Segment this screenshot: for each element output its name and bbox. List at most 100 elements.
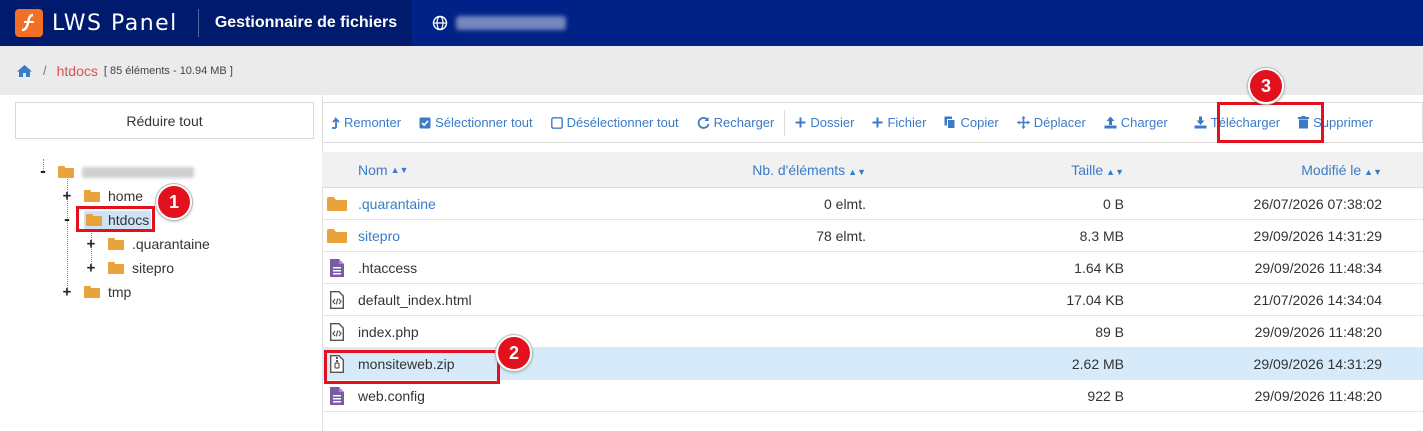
deselect-all-button[interactable]: Désélectionner tout — [550, 115, 679, 130]
collapse-icon[interactable]: - — [38, 164, 48, 180]
breadcrumb-current[interactable]: htdocs — [57, 63, 98, 79]
file-size: 8.3 MB — [1079, 227, 1124, 244]
folder-tree: - + home - htdocs + .quarantaine + sitep… — [0, 95, 323, 431]
new-folder-button[interactable]: Dossier — [795, 115, 854, 130]
tree-item-home[interactable]: + home — [62, 186, 143, 206]
domain-selector[interactable] — [432, 15, 566, 31]
file-name[interactable]: .htaccess — [358, 260, 417, 276]
breadcrumb: / htdocs [ 85 éléments - 10.94 MB ] — [0, 46, 1423, 95]
empty-box-icon — [550, 116, 563, 129]
file-modified: 29/09/2026 11:48:34 — [1254, 259, 1382, 276]
move-label: Déplacer — [1033, 115, 1086, 130]
tree-root[interactable]: - — [38, 162, 194, 182]
reload-label: Recharger — [713, 115, 775, 130]
expand-icon[interactable]: + — [86, 236, 96, 252]
lws-logo-icon[interactable] — [15, 9, 43, 37]
globe-icon — [432, 15, 448, 31]
table-row[interactable]: .htaccess 1.64 KB 29/09/2026 11:48:34 — [322, 252, 1423, 284]
new-file-button[interactable]: Fichier — [872, 115, 926, 130]
file-size: 89 B — [1095, 323, 1124, 340]
copy-label: Copier — [960, 115, 999, 130]
column-size-label: Taille — [1071, 161, 1104, 178]
copy-button[interactable]: Copier — [944, 115, 999, 130]
table-row[interactable]: .quarantaine 0 elmt. 0 B 26/07/2026 07:3… — [322, 188, 1423, 220]
table-row[interactable]: sitepro 78 elmt. 8.3 MB 29/09/2026 14:31… — [322, 220, 1423, 252]
upload-icon — [1104, 116, 1117, 129]
expand-icon[interactable]: + — [62, 284, 72, 300]
copy-icon — [944, 116, 956, 129]
file-count: 0 elmt. — [823, 195, 866, 212]
sort-icon: ▲▼ — [1364, 166, 1382, 177]
expand-icon[interactable]: + — [62, 188, 72, 204]
folder-icon — [326, 228, 348, 244]
grid-header: Nom ▲▼ Nb. d'éléments ▲▼ Taille ▲▼ Modifié … — [322, 152, 1423, 188]
file-modified: 29/09/2026 14:31:29 — [1253, 227, 1382, 244]
folder-icon — [326, 196, 348, 212]
folder-icon — [84, 286, 100, 298]
select-all-label: Sélectionner tout — [435, 115, 533, 130]
move-button[interactable]: Déplacer — [1016, 115, 1086, 130]
header-divider — [197, 9, 199, 37]
tree-item-label: tmp — [108, 284, 132, 300]
download-icon — [1194, 116, 1207, 129]
reload-button[interactable]: Recharger — [697, 115, 775, 130]
column-count-header[interactable]: Nb. d'éléments ▲▼ — [698, 162, 866, 178]
column-modified-label: Modifié le — [1301, 161, 1362, 178]
file-modified: 26/07/2026 07:38:02 — [1253, 195, 1382, 212]
column-name-label: Nom — [358, 161, 388, 178]
file-size: 922 B — [1087, 387, 1124, 404]
tree-item-label: .quarantaine — [132, 236, 210, 252]
tree-item-sitepro[interactable]: + sitepro — [86, 258, 174, 278]
refresh-icon — [697, 116, 710, 129]
brand-area: LWS Panel Gestionnaire de fichiers — [0, 0, 412, 46]
tree-item-quarantaine[interactable]: + .quarantaine — [86, 234, 210, 254]
plus-icon — [872, 117, 883, 128]
upload-label: Charger — [1120, 115, 1168, 130]
table-row[interactable]: index.php 89 B 29/09/2026 11:48:20 — [322, 316, 1423, 348]
file-size: 17.04 KB — [1066, 291, 1124, 308]
breadcrumb-meta: [ 85 éléments - 10.94 MB ] — [103, 64, 233, 77]
folder-icon — [58, 166, 74, 178]
annotation-badge-1: 1 — [156, 184, 192, 220]
file-name[interactable]: sitepro — [358, 228, 400, 244]
folder-icon — [108, 238, 124, 250]
file-name[interactable]: .quarantaine — [358, 196, 436, 212]
folder-tree-panel: Réduire tout - + home - htdocs + .quaran… — [0, 95, 323, 431]
folder-icon — [108, 262, 124, 274]
plus-icon — [795, 117, 806, 128]
table-row[interactable]: web.config 922 B 29/09/2026 11:48:20 — [322, 380, 1423, 412]
tree-item-label: sitepro — [132, 260, 175, 276]
upload-button[interactable]: Charger — [1104, 115, 1168, 130]
file-count: 78 elmt. — [816, 227, 866, 244]
annotation-box-zip — [324, 350, 500, 384]
up-label: Remonter — [344, 115, 402, 130]
file-name[interactable]: default_index.html — [358, 292, 472, 308]
page-title: Gestionnaire de fichiers — [214, 14, 398, 31]
annotation-box-download — [1217, 102, 1324, 143]
move-arrows-icon — [1016, 116, 1030, 129]
level-up-icon — [331, 116, 340, 129]
select-all-button[interactable]: Sélectionner tout — [419, 115, 533, 130]
code-file-icon — [326, 322, 348, 341]
file-name[interactable]: web.config — [358, 388, 425, 404]
folder-icon — [84, 190, 100, 202]
column-count-label: Nb. d'éléments — [752, 161, 846, 178]
root-folder-name-blurred — [82, 166, 194, 178]
up-button[interactable]: Remonter — [331, 115, 401, 130]
file-name[interactable]: index.php — [358, 324, 419, 340]
column-name-header[interactable]: Nom ▲▼ — [322, 162, 698, 178]
sort-icon: ▲▼ — [1106, 166, 1124, 177]
column-modified-header[interactable]: Modifié le ▲▼ — [1124, 162, 1382, 178]
file-size: 2.62 MB — [1071, 355, 1124, 372]
sort-icon: ▲▼ — [390, 164, 409, 175]
home-icon[interactable] — [16, 64, 33, 78]
expand-icon[interactable]: + — [86, 260, 96, 276]
sort-icon: ▲▼ — [848, 166, 866, 177]
checked-box-icon — [419, 117, 431, 129]
breadcrumb-separator: / — [43, 63, 47, 78]
tree-item-tmp[interactable]: + tmp — [62, 282, 132, 302]
table-row[interactable]: default_index.html 17.04 KB 21/07/2026 1… — [322, 284, 1423, 316]
collapse-icon[interactable]: - — [62, 212, 72, 228]
column-size-header[interactable]: Taille ▲▼ — [866, 162, 1124, 178]
new-folder-label: Dossier — [810, 115, 855, 130]
